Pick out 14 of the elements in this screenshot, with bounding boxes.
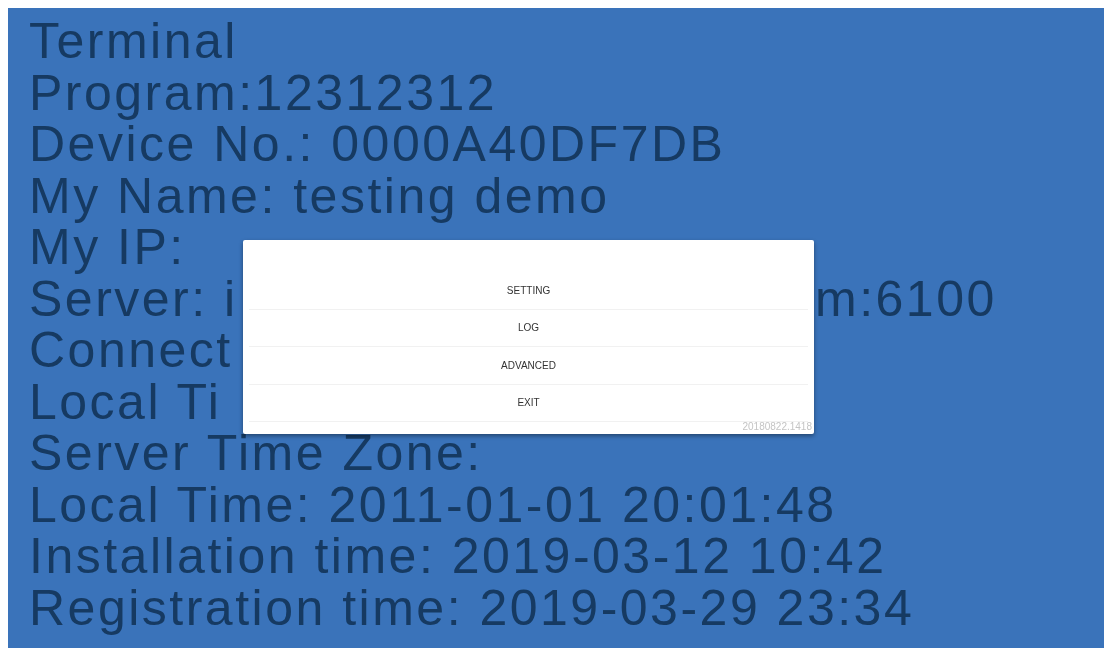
info-text: Installation time: 2019-03-12 10:42: [29, 531, 887, 583]
info-text: Program:12312312: [29, 67, 498, 119]
info-text: Device No.: 0000A40DF7DB: [29, 119, 726, 171]
info-text: Terminal: [29, 16, 238, 68]
info-text: Registration time: 2019-03-29 23:34: [29, 582, 915, 634]
info-text: Local Ti: [29, 376, 222, 428]
info-text: Server: i: [29, 273, 238, 325]
info-text: My Name: testing demo: [29, 170, 610, 222]
version-text: 20180822.1418: [742, 421, 812, 432]
info-text: m:6100: [815, 273, 997, 325]
info-text: Local Time: 2011-01-01 20:01:48: [29, 479, 837, 531]
info-text: Server Time Zone:: [29, 428, 483, 480]
info-text: Connect: [29, 325, 233, 377]
info-text: My IP:: [29, 222, 186, 274]
